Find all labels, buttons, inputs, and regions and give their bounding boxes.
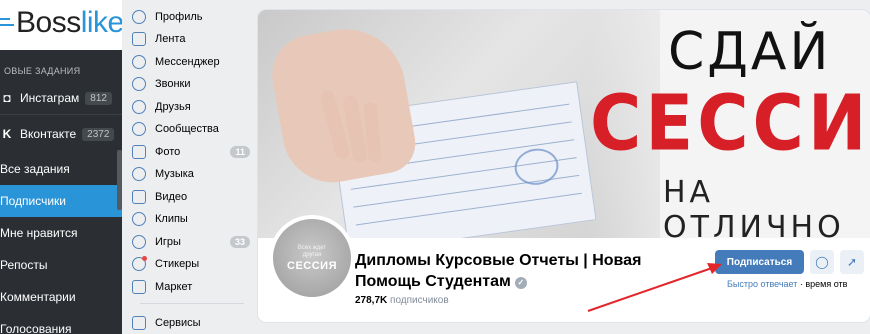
vk-menu-label: Клипы	[155, 213, 188, 225]
vk-menu-label: Видео	[155, 191, 188, 203]
cover-title-line3: НА ОТЛИЧНО	[663, 175, 845, 238]
group-name-text: Дипломы Курсовые Отчеты | Новая Помощь С…	[355, 252, 642, 290]
avatar-small-text: Всех ждет другая	[297, 244, 327, 258]
nav-label: Голосования	[0, 322, 72, 334]
share-icon: ➚	[846, 255, 858, 269]
vk-menu-games[interactable]: Игры 33	[132, 231, 250, 253]
vk-menu-label: Стикеры	[155, 258, 200, 270]
group-card: СДАЙ СЕССИ НА ОТЛИЧНО Всех ждет другая С…	[258, 10, 870, 322]
vk-menu-label: Игры	[155, 236, 181, 248]
communities-icon	[132, 122, 146, 136]
news-icon	[132, 32, 146, 46]
vk-left-menu: Профиль Лента Мессенджер Звонки Друзья С…	[122, 0, 255, 334]
nav-subscribers[interactable]: Подписчики	[0, 185, 122, 217]
vk-menu-clips[interactable]: Клипы	[132, 208, 250, 230]
nav-polls[interactable]: Голосования	[0, 313, 122, 334]
bosslike-header: Bosslike	[0, 0, 124, 50]
nav-label: Комментарии	[0, 290, 76, 304]
vk-menu-label: Сервисы	[155, 317, 201, 329]
cover-title-line2: СЕССИ	[590, 77, 870, 169]
vk-menu-profile[interactable]: Профиль	[132, 6, 250, 28]
screen: Bosslike ОВЫЕ ЗАДАНИЯ ◘ Инстаграм 812 K …	[0, 0, 870, 334]
nav-label: Репосты	[0, 258, 48, 272]
games-icon	[132, 235, 146, 249]
nav-all-tasks[interactable]: Все задания	[0, 153, 122, 185]
nav-likes[interactable]: Мне нравится	[0, 217, 122, 249]
vk-menu-label: Музыка	[155, 168, 194, 180]
vk-menu-video[interactable]: Видео	[132, 186, 250, 208]
instagram-icon: ◘	[3, 91, 11, 105]
vk-menu-photo[interactable]: Фото 11	[132, 141, 250, 163]
nav-label: Мне нравится	[0, 226, 78, 240]
vk-menu-separator	[140, 303, 244, 304]
games-badge: 33	[229, 236, 250, 248]
group-name: Дипломы Курсовые Отчеты | Новая Помощь С…	[355, 250, 675, 292]
market-icon	[132, 280, 146, 294]
vk-menu-music[interactable]: Музыка	[132, 163, 250, 185]
logo-suffix: like	[80, 6, 125, 39]
reply-status: Быстро отвечает · время отв	[727, 279, 847, 289]
vk-menu-friends[interactable]: Друзья	[132, 96, 250, 118]
nav-label: Подписчики	[0, 194, 67, 208]
message-icon: ◯	[815, 255, 829, 269]
services-icon	[132, 316, 146, 330]
stamp-image	[512, 145, 561, 188]
friends-icon	[132, 100, 146, 114]
profile-icon	[132, 10, 146, 24]
network-count: 812	[85, 91, 112, 105]
subscribers-count[interactable]: 278,7K подписчиков	[355, 295, 449, 306]
vk-menu-label: Друзья	[155, 101, 191, 113]
vk-menu-label: Сообщества	[155, 123, 219, 135]
network-label: Вконтакте	[20, 127, 77, 141]
vk-menu-services[interactable]: Сервисы	[132, 312, 250, 334]
clips-icon	[132, 212, 146, 226]
vk-menu-label: Лента	[155, 33, 186, 45]
photo-badge: 11	[230, 146, 250, 158]
group-cover: СДАЙ СЕССИ НА ОТЛИЧНО	[258, 10, 870, 238]
messenger-icon	[132, 55, 146, 69]
verified-icon: ✓	[514, 276, 527, 289]
nav-reposts[interactable]: Репосты	[0, 249, 122, 281]
network-instagram[interactable]: ◘ Инстаграм 812	[0, 82, 122, 114]
vk-menu-messenger[interactable]: Мессенджер	[132, 51, 250, 73]
section-title: ОВЫЕ ЗАДАНИЯ	[4, 66, 81, 76]
notification-dot	[142, 256, 147, 261]
message-button[interactable]: ◯	[810, 250, 834, 274]
vk-menu-stickers[interactable]: Стикеры	[132, 253, 250, 275]
vk-menu-label: Звонки	[155, 78, 191, 90]
reply-status-text: Быстро отвечает	[727, 279, 798, 289]
network-count: 2372	[82, 127, 115, 141]
video-icon	[132, 190, 146, 204]
avatar-image: Всех ждет другая СЕССИЯ	[273, 219, 351, 297]
cover-title-line1: СДАЙ	[668, 22, 832, 82]
logo-prefix: Boss	[16, 6, 81, 39]
vk-menu-label: Фото	[155, 146, 181, 158]
photo-icon	[132, 145, 146, 159]
avatar-big-text: СЕССИЯ	[287, 259, 337, 272]
vk-menu-calls[interactable]: Звонки	[132, 73, 250, 95]
nav-label: Все задания	[0, 162, 70, 176]
bosslike-logo[interactable]: Bosslike	[16, 6, 124, 40]
vk-menu-communities[interactable]: Сообщества	[132, 118, 250, 140]
vk-menu-label: Профиль	[155, 11, 203, 23]
divider	[0, 114, 122, 115]
subscribe-button[interactable]: Подписаться	[715, 250, 804, 274]
vk-icon: K	[2, 127, 12, 141]
stickers-icon	[132, 256, 147, 271]
reply-time-text: · время отв	[799, 279, 848, 289]
vk-menu-label: Мессенджер	[155, 56, 220, 68]
music-icon	[132, 167, 146, 181]
bosslike-sidebar: Bosslike ОВЫЕ ЗАДАНИЯ ◘ Инстаграм 812 K …	[0, 0, 124, 334]
network-vk[interactable]: K Вконтакте 2372	[0, 118, 122, 150]
subscribers-number: 278,7K	[355, 295, 388, 306]
nav-comments[interactable]: Комментарии	[0, 281, 122, 313]
subscribers-label: подписчиков	[390, 295, 449, 306]
calls-icon	[132, 77, 146, 91]
vk-menu-news[interactable]: Лента	[132, 28, 250, 50]
group-avatar[interactable]: Всех ждет другая СЕССИЯ	[269, 215, 355, 301]
network-label: Инстаграм	[20, 91, 80, 105]
share-button[interactable]: ➚	[840, 250, 864, 274]
vk-menu-market[interactable]: Маркет	[132, 276, 250, 298]
vk-menu-label: Маркет	[155, 281, 193, 293]
